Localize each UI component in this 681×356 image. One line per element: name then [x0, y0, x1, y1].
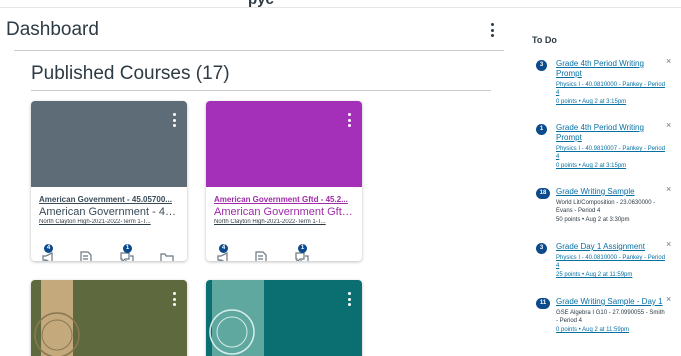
todo-course-link[interactable]: Physics I - 40.0810000 - Pankey - Period…: [556, 254, 666, 270]
course-term: North Clayton High-2021-2022-Term 1-T...: [214, 219, 326, 225]
vertical-ellipsis-icon: [172, 113, 176, 116]
todo-course-link[interactable]: Physics I - 40.9810007 - Pankey - Period…: [556, 145, 666, 161]
todo-meta: 0 points • Aug 2 at 11:59pm: [556, 327, 630, 333]
course-name-link[interactable]: American Government - 45.05...: [39, 206, 181, 218]
ellipsis-dot: [347, 297, 351, 301]
announcement-count-badge: 4: [219, 244, 228, 253]
discussions-button[interactable]: 1: [295, 244, 309, 261]
announcements-button[interactable]: 4: [216, 244, 230, 261]
todo-item-text: Grade Day 1 Assignment Physics I - 40.08…: [556, 242, 666, 279]
course-card: American Government Gftd - 45.2... Ameri…: [206, 101, 362, 261]
ellipsis-dot: [347, 118, 351, 122]
header-divider: [14, 50, 504, 51]
section-title: Published Courses (17): [31, 63, 230, 84]
ellipsis-dot: [172, 303, 176, 306]
dismiss-icon[interactable]: ×: [666, 294, 671, 304]
discussion-count-badge: 1: [123, 244, 132, 253]
todo-item-text: Grade Writing Sample World Lit/Compositi…: [556, 187, 666, 224]
course-card-body: American Government - 45.05700... Americ…: [31, 187, 187, 225]
todo-meta: 25 points • Aug 2 at 11:59pm: [556, 272, 633, 278]
assignment-icon: [255, 251, 267, 261]
todo-assignment-link[interactable]: Grade Writing Sample: [556, 187, 666, 197]
todo-count-badge: 18: [536, 188, 550, 199]
vertical-ellipsis-icon: [347, 113, 351, 116]
todo-course-link[interactable]: Physics I - 40.0810000 - Pankey - Period…: [556, 81, 666, 97]
course-card-header[interactable]: [31, 101, 187, 187]
page-title: Dashboard: [6, 19, 99, 40]
course-card-header[interactable]: [206, 101, 362, 187]
course-name-link[interactable]: American Government Gftd - ...: [214, 206, 356, 218]
section-divider: [31, 90, 491, 91]
todo-meta: 0 points • Aug 2 at 3:15pm: [556, 163, 627, 169]
discussion-count-badge: 1: [298, 244, 307, 253]
ellipsis-dot: [490, 34, 494, 37]
todo-item-text: Grade Writing Sample - Day 1 GSE Algebra…: [556, 297, 666, 334]
todo-item-text: Grade 4th Period Writing Prompt Physics …: [556, 123, 666, 170]
ellipsis-dot: [172, 124, 176, 127]
todo-meta: 50 points • Aug 2 at 3:30pm: [556, 217, 630, 223]
todo-count-badge: 3: [536, 243, 547, 254]
ellipsis-dot: [172, 118, 176, 122]
vertical-ellipsis-icon: [347, 292, 351, 295]
ellipsis-dot: [347, 124, 351, 127]
course-image: [34, 280, 80, 356]
todo-course-text: GSE Algebra I G10 - 27.0990055 - Smith -…: [556, 310, 665, 324]
todo-count-badge: 3: [536, 60, 547, 71]
ellipsis-dot: [172, 297, 176, 301]
course-code-link[interactable]: American Government Gftd - 45.2...: [214, 195, 356, 204]
course-card: American Government - 45.05700... Americ…: [31, 101, 187, 261]
banner-divider: [0, 7, 681, 8]
todo-assignment-link[interactable]: Grade 4th Period Writing Prompt: [556, 59, 666, 79]
todo-course-text: World Lit/Composition - 23.0630000 - Eva…: [556, 200, 656, 214]
course-term: North Clayton High-2021-2022-Term 1-T...: [39, 219, 151, 225]
dismiss-icon[interactable]: ×: [666, 184, 671, 194]
dismiss-icon[interactable]: ×: [666, 120, 671, 130]
todo-assignment-link[interactable]: Grade 4th Period Writing Prompt: [556, 123, 666, 143]
course-card-body: American Government Gftd - 45.2... Ameri…: [206, 187, 362, 225]
course-card-options-button[interactable]: [344, 111, 354, 129]
todo-item-text: Grade 4th Period Writing Prompt Physics …: [556, 59, 666, 106]
todo-count-badge: 11: [536, 298, 550, 309]
course-code-link[interactable]: American Government - 45.05700...: [39, 195, 181, 204]
todo-count-badge: 1: [536, 124, 547, 135]
vertical-ellipsis-icon: [172, 292, 176, 295]
course-card-options-button[interactable]: [169, 111, 179, 129]
course-card-header[interactable]: [31, 280, 187, 356]
announcements-button[interactable]: 4: [41, 244, 55, 261]
vertical-ellipsis-icon: [490, 23, 494, 26]
course-image: [209, 280, 264, 356]
dashboard-options-button[interactable]: [486, 20, 498, 40]
course-card-actions: 4 1: [216, 244, 362, 261]
course-card-header[interactable]: [206, 280, 362, 356]
ellipsis-dot: [347, 303, 351, 306]
ellipsis-dot: [490, 28, 494, 32]
todo-meta: 0 points • Aug 2 at 3:15pm: [556, 99, 627, 105]
folder-icon: [160, 253, 174, 261]
dismiss-icon[interactable]: ×: [666, 56, 671, 66]
discussions-button[interactable]: 1: [120, 244, 134, 261]
course-card-actions: 4 1: [41, 244, 187, 261]
top-banner: pyc: [0, 0, 681, 10]
files-button[interactable]: [160, 251, 174, 261]
assignment-icon: [80, 251, 92, 261]
todo-assignment-link[interactable]: Grade Writing Sample - Day 1: [556, 297, 666, 307]
assignments-button[interactable]: [79, 251, 93, 261]
course-card: [31, 280, 187, 356]
course-card: [206, 280, 362, 356]
announcement-count-badge: 4: [44, 244, 53, 253]
course-card-options-button[interactable]: [344, 290, 354, 308]
dismiss-icon[interactable]: ×: [666, 239, 671, 249]
assignments-button[interactable]: [254, 251, 268, 261]
course-card-options-button[interactable]: [169, 290, 179, 308]
todo-title: To Do: [532, 35, 557, 45]
todo-assignment-link[interactable]: Grade Day 1 Assignment: [556, 242, 666, 252]
